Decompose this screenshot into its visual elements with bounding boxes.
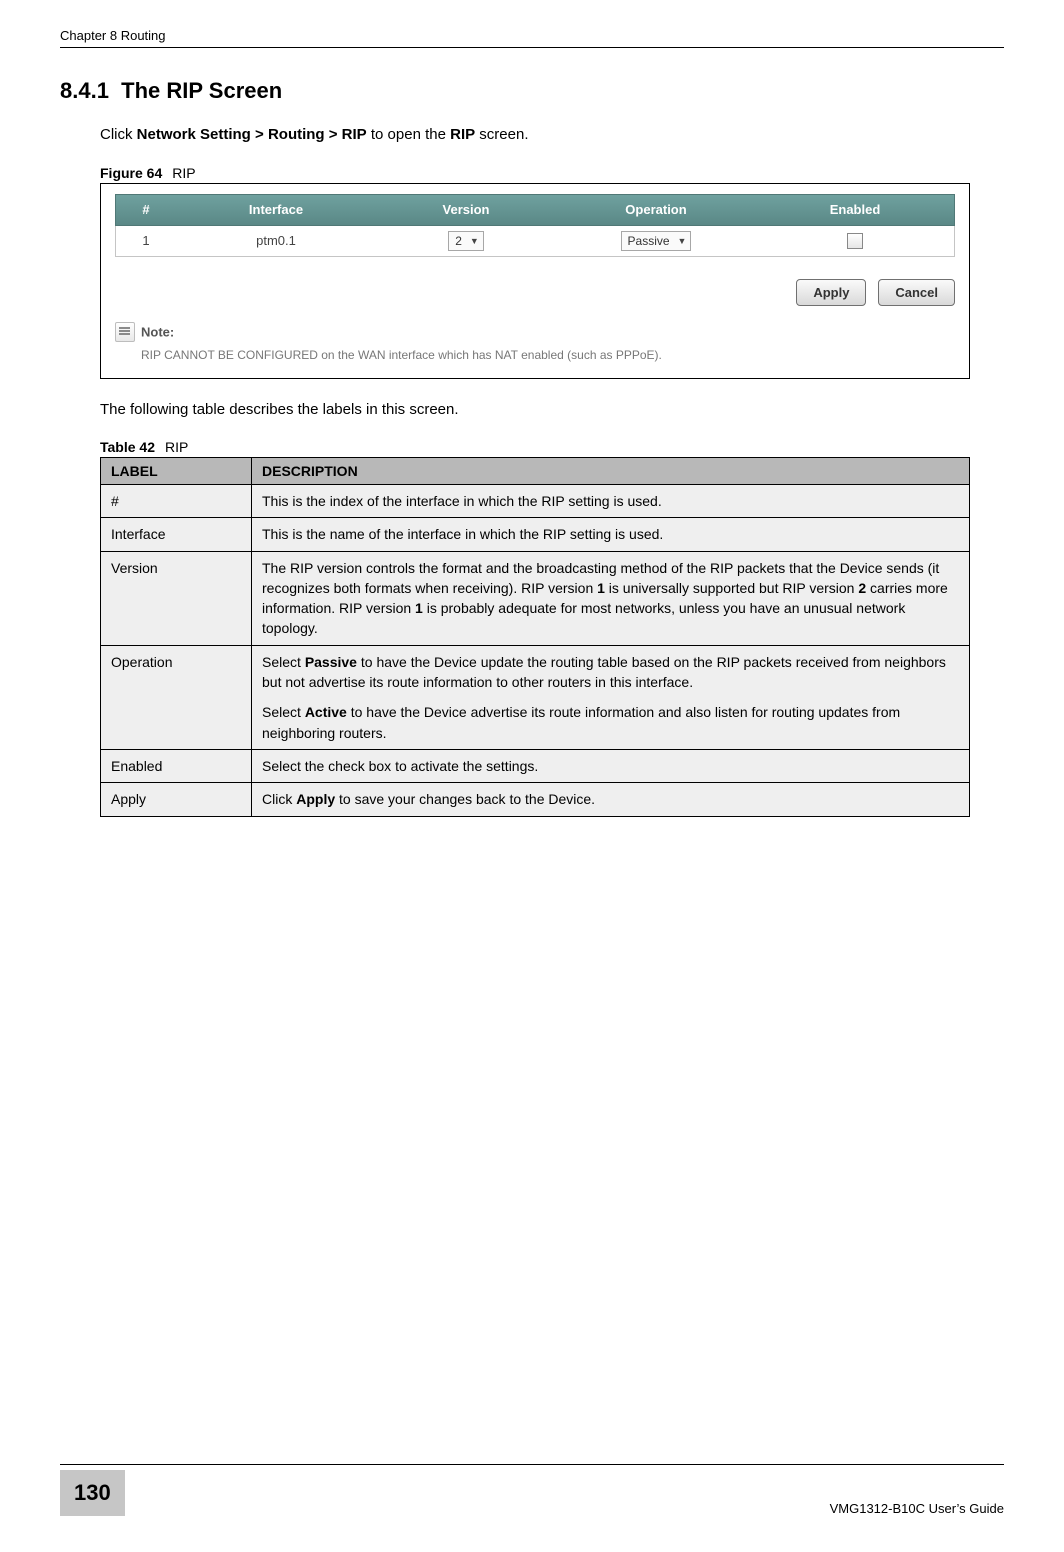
button-row: Apply Cancel xyxy=(115,279,955,306)
operation-select[interactable]: Passive ▼ xyxy=(621,231,692,251)
cancel-button[interactable]: Cancel xyxy=(878,279,955,306)
note-block: Note: RIP CANNOT BE CONFIGURED on the WA… xyxy=(115,322,955,362)
cell-desc: The RIP version controls the format and … xyxy=(252,551,970,645)
row-version-cell: 2 ▼ xyxy=(376,231,556,251)
table-title: RIP xyxy=(165,439,188,455)
intro-text-2: to open the xyxy=(367,126,450,143)
section-number: 8.4.1 xyxy=(60,78,109,103)
apply-button[interactable]: Apply xyxy=(796,279,866,306)
rip-table-header: # Interface Version Operation Enabled xyxy=(115,194,955,226)
intro-text: Click xyxy=(100,126,137,143)
th-label: LABEL xyxy=(101,458,252,485)
bold-span: 1 xyxy=(597,580,605,596)
running-header: Chapter 8 Routing xyxy=(60,28,1004,48)
intro-screen-name: RIP xyxy=(450,126,475,143)
text-span: to have the Device update the routing ta… xyxy=(262,654,946,690)
figure-number: Figure 64 xyxy=(100,165,162,181)
cell-label: Version xyxy=(101,551,252,645)
col-header-version: Version xyxy=(376,202,556,217)
th-description: DESCRIPTION xyxy=(252,458,970,485)
chapter-label: Chapter 8 Routing xyxy=(60,28,166,43)
cell-desc: This is the name of the interface in whi… xyxy=(252,518,970,551)
page-content: 8.4.1 The RIP Screen Click Network Setti… xyxy=(60,78,1004,817)
intro-text-3: screen. xyxy=(475,126,528,143)
text-span: Click xyxy=(262,791,296,807)
text-span: to save your changes back to the Device. xyxy=(335,791,595,807)
note-icon xyxy=(115,322,135,342)
figure-caption: Figure 64 RIP xyxy=(100,165,1004,181)
table-row: Operation Select Passive to have the Dev… xyxy=(101,645,970,749)
table-row: Apply Click Apply to save your changes b… xyxy=(101,783,970,816)
row-enabled-cell xyxy=(756,232,954,249)
description-table: LABEL DESCRIPTION # This is the index of… xyxy=(100,457,970,817)
post-figure-text: The following table describes the labels… xyxy=(100,399,1004,422)
version-select[interactable]: 2 ▼ xyxy=(448,231,484,251)
col-header-hash: # xyxy=(116,202,176,217)
cell-label: Enabled xyxy=(101,749,252,782)
page-footer: 130 VMG1312-B10C User’s Guide xyxy=(60,1464,1004,1516)
cell-label: Apply xyxy=(101,783,252,816)
page-number: 130 xyxy=(60,1470,125,1516)
footer-guide: VMG1312-B10C User’s Guide xyxy=(830,1501,1004,1516)
version-value: 2 xyxy=(455,234,462,248)
col-header-operation: Operation xyxy=(556,202,756,217)
cell-desc: Click Apply to save your changes back to… xyxy=(252,783,970,816)
table-header-row: LABEL DESCRIPTION xyxy=(101,458,970,485)
rip-table-row: 1 ptm0.1 2 ▼ Passive ▼ xyxy=(115,226,955,257)
note-text: RIP CANNOT BE CONFIGURED on the WAN inte… xyxy=(141,348,955,362)
cell-desc: This is the index of the interface in wh… xyxy=(252,485,970,518)
table-caption: Table 42 RIP xyxy=(100,439,1004,455)
table-row: # This is the index of the interface in … xyxy=(101,485,970,518)
section-heading: 8.4.1 The RIP Screen xyxy=(60,78,1004,104)
chevron-down-icon: ▼ xyxy=(678,236,687,246)
bold-span: Passive xyxy=(305,654,357,670)
note-label: Note: xyxy=(141,324,174,339)
text-span: Select xyxy=(262,704,305,720)
table-row: Version The RIP version controls the for… xyxy=(101,551,970,645)
text-span: is universally supported but RIP version xyxy=(605,580,858,596)
row-interface: ptm0.1 xyxy=(176,233,376,248)
operation-value: Passive xyxy=(628,234,670,248)
cell-label: # xyxy=(101,485,252,518)
col-header-interface: Interface xyxy=(176,202,376,217)
chevron-down-icon: ▼ xyxy=(470,236,479,246)
bold-span: Active xyxy=(305,704,347,720)
row-index: 1 xyxy=(116,233,176,248)
col-header-enabled: Enabled xyxy=(756,202,954,217)
bold-span: 1 xyxy=(415,600,423,616)
text-span: Select xyxy=(262,654,305,670)
table-row: Enabled Select the check box to activate… xyxy=(101,749,970,782)
intro-paragraph: Click Network Setting > Routing > RIP to… xyxy=(100,124,1004,147)
figure-screenshot: # Interface Version Operation Enabled 1 … xyxy=(100,183,970,379)
cell-label: Operation xyxy=(101,645,252,749)
table-number: Table 42 xyxy=(100,439,155,455)
cell-label: Interface xyxy=(101,518,252,551)
cell-desc: Select the check box to activate the set… xyxy=(252,749,970,782)
intro-path: Network Setting > Routing > RIP xyxy=(137,126,367,143)
row-operation-cell: Passive ▼ xyxy=(556,231,756,251)
table-row: Interface This is the name of the interf… xyxy=(101,518,970,551)
section-title: The RIP Screen xyxy=(121,78,282,103)
bold-span: Apply xyxy=(296,791,335,807)
cell-desc: Select Passive to have the Device update… xyxy=(252,645,970,749)
bold-span: 2 xyxy=(858,580,866,596)
text-span: to have the Device advertise its route i… xyxy=(262,704,900,740)
figure-title: RIP xyxy=(172,165,195,181)
enabled-checkbox[interactable] xyxy=(847,233,863,249)
